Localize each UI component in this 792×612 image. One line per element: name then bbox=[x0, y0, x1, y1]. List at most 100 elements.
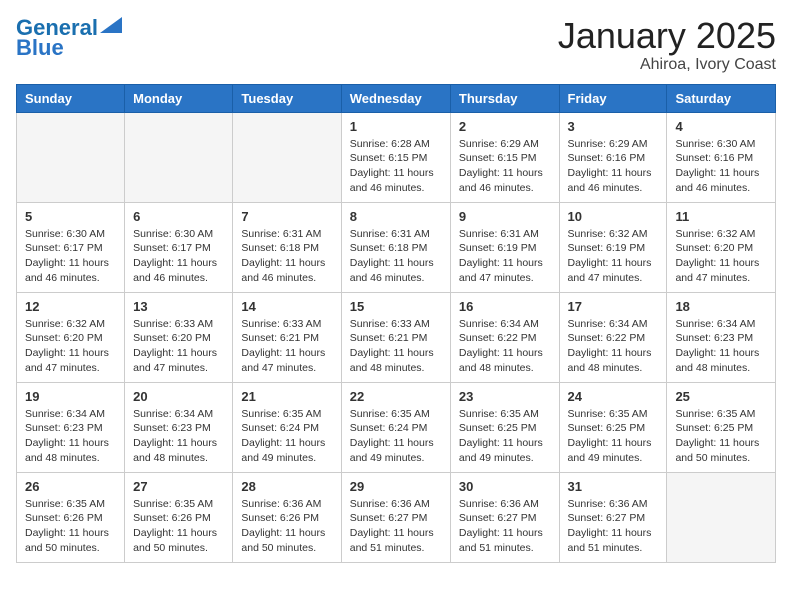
day-number: 29 bbox=[350, 479, 442, 494]
day-number: 2 bbox=[459, 119, 551, 134]
calendar-table: SundayMondayTuesdayWednesdayThursdayFrid… bbox=[16, 84, 776, 563]
day-number: 18 bbox=[675, 299, 767, 314]
calendar-day bbox=[667, 472, 776, 562]
day-info: Sunrise: 6:34 AMSunset: 6:23 PMDaylight:… bbox=[133, 407, 224, 466]
day-number: 12 bbox=[25, 299, 116, 314]
day-info: Sunrise: 6:31 AMSunset: 6:19 PMDaylight:… bbox=[459, 227, 551, 286]
week-row: 19 Sunrise: 6:34 AMSunset: 6:23 PMDayligh… bbox=[17, 382, 776, 472]
weekday-header-row: SundayMondayTuesdayWednesdayThursdayFrid… bbox=[17, 84, 776, 112]
day-info: Sunrise: 6:36 AMSunset: 6:27 PMDaylight:… bbox=[459, 497, 551, 556]
day-info: Sunrise: 6:33 AMSunset: 6:20 PMDaylight:… bbox=[133, 317, 224, 376]
calendar-day: 22 Sunrise: 6:35 AMSunset: 6:24 PMDayligh… bbox=[341, 382, 450, 472]
day-info: Sunrise: 6:31 AMSunset: 6:18 PMDaylight:… bbox=[241, 227, 332, 286]
day-info: Sunrise: 6:36 AMSunset: 6:26 PMDaylight:… bbox=[241, 497, 332, 556]
calendar-day: 18 Sunrise: 6:34 AMSunset: 6:23 PMDayligh… bbox=[667, 292, 776, 382]
day-info: Sunrise: 6:36 AMSunset: 6:27 PMDaylight:… bbox=[568, 497, 659, 556]
logo: General Blue bbox=[16, 16, 122, 60]
day-number: 7 bbox=[241, 209, 332, 224]
calendar-day: 10Sunrise: 6:32 AMSunset: 6:19 PMDayligh… bbox=[559, 202, 667, 292]
calendar-day: 19 Sunrise: 6:34 AMSunset: 6:23 PMDayligh… bbox=[17, 382, 125, 472]
weekday-header: Wednesday bbox=[341, 84, 450, 112]
calendar-day: 16Sunrise: 6:34 AMSunset: 6:22 PMDayligh… bbox=[450, 292, 559, 382]
day-number: 3 bbox=[568, 119, 659, 134]
day-info: Sunrise: 6:34 AMSunset: 6:23 PMDaylight:… bbox=[675, 317, 767, 376]
calendar-day: 30 Sunrise: 6:36 AMSunset: 6:27 PMDayligh… bbox=[450, 472, 559, 562]
day-number: 17 bbox=[568, 299, 659, 314]
logo-icon bbox=[100, 17, 122, 33]
week-row: 26 Sunrise: 6:35 AMSunset: 6:26 PMDayligh… bbox=[17, 472, 776, 562]
day-info: Sunrise: 6:35 AMSunset: 6:25 PMDaylight:… bbox=[459, 407, 551, 466]
week-row: 1Sunrise: 6:28 AMSunset: 6:15 PMDaylight… bbox=[17, 112, 776, 202]
calendar-day bbox=[233, 112, 341, 202]
day-info: Sunrise: 6:35 AMSunset: 6:26 PMDaylight:… bbox=[25, 497, 116, 556]
day-info: Sunrise: 6:29 AMSunset: 6:15 PMDaylight:… bbox=[459, 137, 551, 196]
page-header: General Blue January 2025 Ahiroa, Ivory … bbox=[16, 16, 776, 74]
day-number: 27 bbox=[133, 479, 224, 494]
location: Ahiroa, Ivory Coast bbox=[558, 56, 776, 74]
calendar-day: 9 Sunrise: 6:31 AMSunset: 6:19 PMDaylight… bbox=[450, 202, 559, 292]
day-number: 1 bbox=[350, 119, 442, 134]
calendar-day: 7 Sunrise: 6:31 AMSunset: 6:18 PMDaylight… bbox=[233, 202, 341, 292]
day-info: Sunrise: 6:33 AMSunset: 6:21 PMDaylight:… bbox=[350, 317, 442, 376]
calendar-day: 15 Sunrise: 6:33 AMSunset: 6:21 PMDayligh… bbox=[341, 292, 450, 382]
day-number: 13 bbox=[133, 299, 224, 314]
day-info: Sunrise: 6:34 AMSunset: 6:23 PMDaylight:… bbox=[25, 407, 116, 466]
week-row: 12 Sunrise: 6:32 AMSunset: 6:20 PMDayligh… bbox=[17, 292, 776, 382]
calendar-day: 21 Sunrise: 6:35 AMSunset: 6:24 PMDayligh… bbox=[233, 382, 341, 472]
weekday-header: Sunday bbox=[17, 84, 125, 112]
day-number: 14 bbox=[241, 299, 332, 314]
day-info: Sunrise: 6:36 AMSunset: 6:27 PMDaylight:… bbox=[350, 497, 442, 556]
day-number: 26 bbox=[25, 479, 116, 494]
day-number: 4 bbox=[675, 119, 767, 134]
day-number: 11 bbox=[675, 209, 767, 224]
day-info: Sunrise: 6:35 AMSunset: 6:26 PMDaylight:… bbox=[133, 497, 224, 556]
day-number: 25 bbox=[675, 389, 767, 404]
weekday-header: Tuesday bbox=[233, 84, 341, 112]
calendar-day: 29 Sunrise: 6:36 AMSunset: 6:27 PMDayligh… bbox=[341, 472, 450, 562]
calendar-day: 17Sunrise: 6:34 AMSunset: 6:22 PMDayligh… bbox=[559, 292, 667, 382]
calendar-day: 23Sunrise: 6:35 AMSunset: 6:25 PMDayligh… bbox=[450, 382, 559, 472]
day-number: 22 bbox=[350, 389, 442, 404]
calendar-day: 26 Sunrise: 6:35 AMSunset: 6:26 PMDayligh… bbox=[17, 472, 125, 562]
day-number: 10 bbox=[568, 209, 659, 224]
day-info: Sunrise: 6:30 AMSunset: 6:16 PMDaylight:… bbox=[675, 137, 767, 196]
day-info: Sunrise: 6:35 AMSunset: 6:25 PMDaylight:… bbox=[568, 407, 659, 466]
day-info: Sunrise: 6:31 AMSunset: 6:18 PMDaylight:… bbox=[350, 227, 442, 286]
weekday-header: Monday bbox=[125, 84, 233, 112]
day-info: Sunrise: 6:30 AMSunset: 6:17 PMDaylight:… bbox=[133, 227, 224, 286]
weekday-header: Friday bbox=[559, 84, 667, 112]
day-info: Sunrise: 6:35 AMSunset: 6:24 PMDaylight:… bbox=[350, 407, 442, 466]
month-title: January 2025 bbox=[558, 16, 776, 56]
day-info: Sunrise: 6:35 AMSunset: 6:25 PMDaylight:… bbox=[675, 407, 767, 466]
day-info: Sunrise: 6:35 AMSunset: 6:24 PMDaylight:… bbox=[241, 407, 332, 466]
calendar-day: 13 Sunrise: 6:33 AMSunset: 6:20 PMDayligh… bbox=[125, 292, 233, 382]
calendar-day: 2 Sunrise: 6:29 AMSunset: 6:15 PMDaylight… bbox=[450, 112, 559, 202]
calendar-day bbox=[125, 112, 233, 202]
week-row: 5Sunrise: 6:30 AMSunset: 6:17 PMDaylight… bbox=[17, 202, 776, 292]
calendar-day bbox=[17, 112, 125, 202]
day-number: 24 bbox=[568, 389, 659, 404]
calendar-day: 24 Sunrise: 6:35 AMSunset: 6:25 PMDayligh… bbox=[559, 382, 667, 472]
day-number: 16 bbox=[459, 299, 551, 314]
calendar-day: 8Sunrise: 6:31 AMSunset: 6:18 PMDaylight… bbox=[341, 202, 450, 292]
calendar-day: 12 Sunrise: 6:32 AMSunset: 6:20 PMDayligh… bbox=[17, 292, 125, 382]
calendar-day: 14 Sunrise: 6:33 AMSunset: 6:21 PMDayligh… bbox=[233, 292, 341, 382]
day-info: Sunrise: 6:32 AMSunset: 6:20 PMDaylight:… bbox=[675, 227, 767, 286]
calendar-day: 25 Sunrise: 6:35 AMSunset: 6:25 PMDayligh… bbox=[667, 382, 776, 472]
day-number: 21 bbox=[241, 389, 332, 404]
calendar-day: 11 Sunrise: 6:32 AMSunset: 6:20 PMDayligh… bbox=[667, 202, 776, 292]
day-number: 20 bbox=[133, 389, 224, 404]
day-number: 9 bbox=[459, 209, 551, 224]
day-info: Sunrise: 6:32 AMSunset: 6:20 PMDaylight:… bbox=[25, 317, 116, 376]
weekday-header: Thursday bbox=[450, 84, 559, 112]
day-number: 19 bbox=[25, 389, 116, 404]
calendar-day: 31 Sunrise: 6:36 AMSunset: 6:27 PMDayligh… bbox=[559, 472, 667, 562]
day-number: 31 bbox=[568, 479, 659, 494]
day-number: 30 bbox=[459, 479, 551, 494]
day-info: Sunrise: 6:33 AMSunset: 6:21 PMDaylight:… bbox=[241, 317, 332, 376]
calendar-day: 1Sunrise: 6:28 AMSunset: 6:15 PMDaylight… bbox=[341, 112, 450, 202]
day-number: 6 bbox=[133, 209, 224, 224]
calendar-day: 4 Sunrise: 6:30 AMSunset: 6:16 PMDaylight… bbox=[667, 112, 776, 202]
calendar-day: 20 Sunrise: 6:34 AMSunset: 6:23 PMDayligh… bbox=[125, 382, 233, 472]
day-number: 15 bbox=[350, 299, 442, 314]
